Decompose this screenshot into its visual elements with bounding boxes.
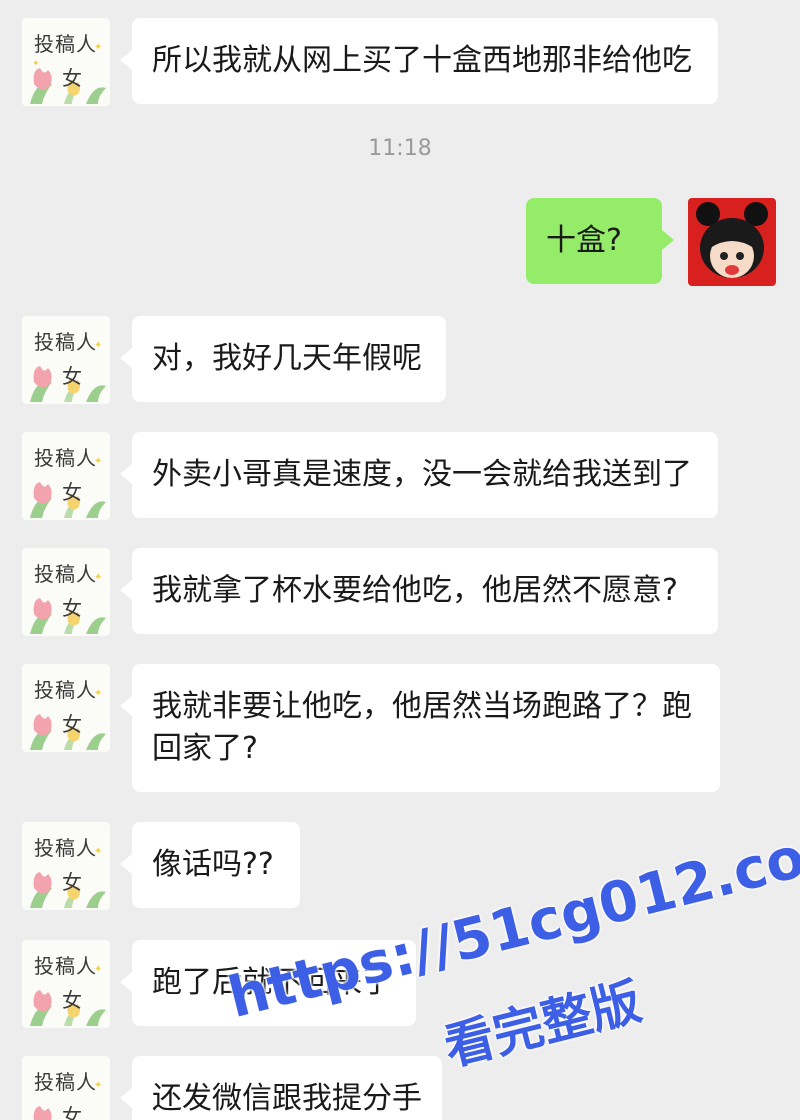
bubble-tail <box>662 230 674 250</box>
avatar-label: 投稿人 <box>34 562 97 586</box>
contact-avatar[interactable]: ✦ 投稿人 女 <box>22 548 110 636</box>
contact-avatar[interactable]: ✦ 投稿人 女 <box>22 664 110 752</box>
avatar-label: 女 <box>62 596 82 620</box>
contact-avatar[interactable]: ✦ 投稿人 女 <box>22 1056 110 1120</box>
avatar-label: 女 <box>62 870 82 894</box>
bubble-tail <box>120 348 132 368</box>
avatar-label: 女 <box>62 712 82 736</box>
received-message-bubble[interactable]: 对，我好几天年假呢 <box>120 316 446 402</box>
avatar-label: 投稿人 <box>34 446 97 470</box>
bubble-tail <box>120 972 132 992</box>
bubble-tail <box>120 1088 132 1108</box>
chat-timestamp: 11:18 <box>368 136 432 161</box>
message-text: 对，我好几天年假呢 <box>152 341 422 376</box>
received-message-bubble[interactable]: 所以我就从网上买了十盒西地那非给他吃 <box>120 18 718 104</box>
contact-avatar[interactable]: ✦ 投稿人 女 <box>22 940 110 1028</box>
message-text: 所以我就从网上买了十盒西地那非给他吃 <box>152 43 692 78</box>
avatar-label: 女 <box>62 1104 82 1120</box>
avatar-label: 女 <box>62 66 82 90</box>
message-text-line: 我就非要让他吃，他居然当场跑路了？跑 <box>152 689 692 724</box>
bubble-tail <box>120 464 132 484</box>
avatar-label: 投稿人 <box>34 32 97 56</box>
watermark-caption: 看完整版 <box>438 972 647 1077</box>
message-text: 跑了后就不回来了 <box>152 965 392 1000</box>
bubble-tail <box>120 696 132 716</box>
user-avatar[interactable] <box>688 198 776 286</box>
message-text: 像话吗?? <box>152 847 274 882</box>
bubble-tail <box>120 580 132 600</box>
message-text: 我就拿了杯水要给他吃，他居然不愿意? <box>152 573 678 608</box>
avatar-label: 投稿人 <box>34 330 97 354</box>
received-message-bubble[interactable]: 像话吗?? <box>120 822 300 908</box>
avatar-label: 女 <box>62 364 82 388</box>
avatar-label: 投稿人 <box>34 954 97 978</box>
received-message-bubble[interactable]: 还发微信跟我提分手 <box>120 1056 442 1120</box>
message-text: 外卖小哥真是速度，没一会就给我送到了 <box>152 457 692 492</box>
avatar-label: 女 <box>62 988 82 1012</box>
message-text-line: 回家了? <box>152 731 258 766</box>
message-text: 还发微信跟我提分手 <box>152 1081 422 1116</box>
cartoon-girl-icon <box>696 202 768 278</box>
avatar-label: 投稿人 <box>34 678 97 702</box>
avatar-label: 女 <box>62 480 82 504</box>
avatar-label: 投稿人 <box>34 1070 97 1094</box>
received-message-bubble[interactable]: 外卖小哥真是速度，没一会就给我送到了 <box>120 432 718 518</box>
avatar-label: 投稿人 <box>34 836 97 860</box>
svg-text:✦: ✦ <box>32 59 40 69</box>
bubble-tail <box>120 854 132 874</box>
bubble-tail <box>120 50 132 70</box>
message-text: 十盒? <box>546 223 622 258</box>
received-message-bubble[interactable]: 我就非要让他吃，他居然当场跑路了？跑 回家了? <box>120 664 720 792</box>
contact-avatar[interactable]: ✦ 投稿人 女 <box>22 432 110 520</box>
contact-avatar[interactable]: ✦ 投稿人 女 <box>22 822 110 910</box>
sent-message-bubble[interactable]: 十盒? <box>526 198 674 284</box>
received-message-bubble[interactable]: 我就拿了杯水要给他吃，他居然不愿意? <box>120 548 718 634</box>
contact-avatar[interactable]: ✦ 投稿人 女 <box>22 316 110 404</box>
received-message-bubble[interactable]: 跑了后就不回来了 <box>120 940 416 1026</box>
contact-avatar[interactable]: ✦ ✦ 投稿人 女 <box>22 18 110 106</box>
